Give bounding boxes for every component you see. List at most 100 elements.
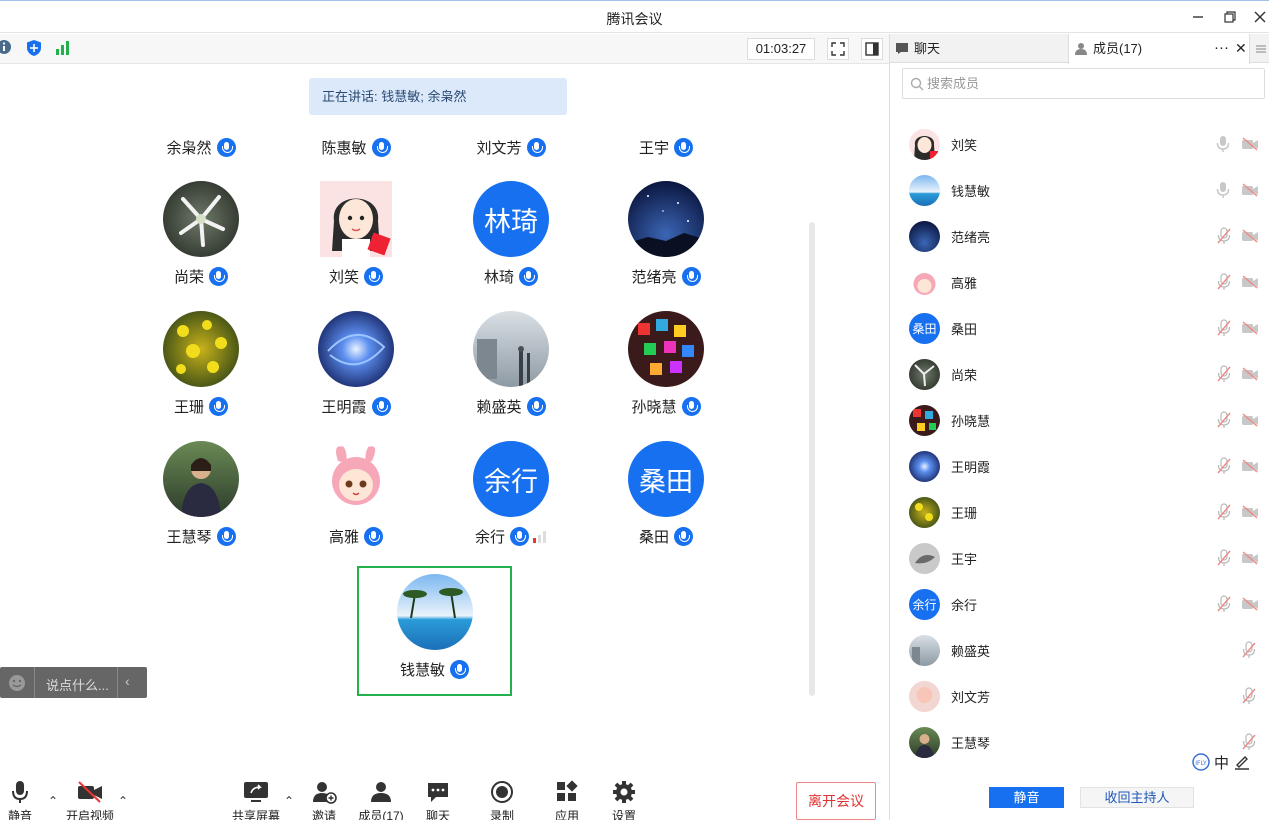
restore-icon[interactable]	[1220, 7, 1240, 27]
mic-icon	[209, 397, 228, 416]
mic-muted-icon[interactable]	[1216, 595, 1234, 613]
chat-input[interactable]: 说点什么...	[46, 675, 109, 694]
chevron-up-icon[interactable]: ⌃	[118, 794, 128, 808]
camera-off-icon[interactable]	[1241, 367, 1259, 385]
tab-chat[interactable]: 聊天	[890, 34, 1068, 63]
member-search-input[interactable]: 搜索成员	[902, 68, 1265, 99]
member-row[interactable]: 赖盛英	[890, 627, 1260, 673]
reclaim-host-button[interactable]: 收回主持人	[1080, 787, 1194, 808]
member-name: 范绪亮	[951, 230, 991, 245]
participant-tile[interactable]: 王珊	[126, 311, 276, 421]
mic-muted-icon[interactable]	[1216, 365, 1234, 383]
member-row[interactable]: 高雅	[890, 259, 1260, 305]
leave-meeting-button[interactable]: 离开会议	[796, 782, 876, 820]
participant-tile[interactable]: 王宇	[591, 137, 741, 159]
participant-tile[interactable]: 高雅	[281, 441, 431, 551]
tab-members[interactable]: 成员(17) ··· ✕	[1068, 34, 1250, 64]
ime-mode-label[interactable]: 中	[1214, 752, 1229, 773]
emoji-icon[interactable]	[8, 674, 26, 692]
share-screen-icon	[244, 782, 268, 802]
layout-sidebar-icon[interactable]	[861, 38, 883, 60]
mute-all-button[interactable]: 静音	[989, 787, 1064, 808]
ime-logo-icon[interactable]: IFLY	[1192, 753, 1210, 771]
camera-off-icon[interactable]	[1241, 183, 1259, 201]
participant-tile[interactable]: 王明霞	[281, 311, 431, 421]
member-row[interactable]: 刘笑	[890, 121, 1260, 167]
participant-tile[interactable]: 尚荣	[126, 181, 276, 291]
avatar	[163, 441, 239, 517]
mic-muted-icon[interactable]	[1241, 641, 1259, 659]
members-button[interactable]: 成员(17)	[357, 780, 405, 820]
participant-tile[interactable]: 林琦 林琦	[436, 181, 586, 291]
mic-muted-icon[interactable]	[1216, 503, 1234, 521]
more-icon[interactable]: ···	[1214, 33, 1229, 62]
mic-icon[interactable]	[1216, 135, 1234, 153]
mic-muted-icon[interactable]	[1216, 457, 1234, 475]
member-name: 高雅	[951, 276, 978, 291]
mic-muted-icon[interactable]	[1216, 549, 1234, 567]
grid-scrollbar[interactable]	[809, 222, 815, 696]
network-signal-icon[interactable]	[54, 39, 72, 57]
camera-off-icon[interactable]	[1241, 275, 1259, 293]
member-row[interactable]: 王珊	[890, 489, 1260, 535]
camera-off-icon[interactable]	[1241, 597, 1259, 615]
collapse-icon[interactable]: ‹	[125, 673, 130, 689]
start-video-button[interactable]: 开启视频	[64, 780, 116, 820]
participant-tile[interactable]: 赖盛英	[436, 311, 586, 421]
edit-icon[interactable]	[1233, 753, 1251, 771]
menu-icon[interactable]	[1256, 42, 1268, 54]
participant-tile[interactable]: 陈惠敏	[281, 137, 431, 159]
selected-participant-tile[interactable]: 钱慧敏	[357, 566, 512, 696]
participant-tile[interactable]: 刘文芳	[436, 137, 586, 159]
mic-muted-icon[interactable]	[1241, 733, 1259, 751]
participant-tile[interactable]: 王慧琴	[126, 441, 276, 551]
camera-off-icon[interactable]	[1241, 459, 1259, 477]
camera-off-icon[interactable]	[1241, 137, 1259, 155]
apps-button[interactable]: 应用	[553, 780, 581, 820]
participant-name: 王珊	[173, 399, 204, 416]
mic-muted-icon[interactable]	[1216, 319, 1234, 337]
camera-off-icon[interactable]	[1241, 413, 1259, 431]
camera-off-icon[interactable]	[1241, 505, 1259, 523]
mic-icon[interactable]	[1216, 181, 1234, 199]
member-row[interactable]: 余行 余行	[890, 581, 1260, 627]
record-button[interactable]: 录制	[488, 780, 516, 820]
member-row[interactable]: 桑田 桑田	[890, 305, 1260, 351]
shield-icon[interactable]	[25, 39, 43, 57]
minimize-icon[interactable]	[1188, 7, 1208, 27]
member-row[interactable]: 王宇	[890, 535, 1260, 581]
fullscreen-icon[interactable]	[827, 38, 849, 60]
mic-muted-icon[interactable]	[1216, 411, 1234, 429]
member-row[interactable]: 尚荣	[890, 351, 1260, 397]
camera-off-icon[interactable]	[1241, 229, 1259, 247]
participant-tile[interactable]: 刘笑	[281, 181, 431, 291]
invite-button[interactable]: 邀请	[308, 780, 340, 820]
mic-muted-icon[interactable]	[1216, 227, 1234, 245]
camera-off-icon[interactable]	[1241, 321, 1259, 339]
participant-tile[interactable]: 桑田 桑田	[591, 441, 741, 551]
chevron-up-icon[interactable]: ⌃	[48, 794, 58, 808]
participant-tile[interactable]: 孙晓慧	[591, 311, 741, 421]
member-avatar	[909, 129, 940, 160]
quick-chat-box[interactable]: 说点什么... ‹	[0, 667, 147, 698]
participant-tile[interactable]: 余枭然	[126, 137, 276, 159]
member-row[interactable]: 孙晓慧	[890, 397, 1260, 443]
chevron-up-icon[interactable]: ⌃	[284, 794, 294, 808]
member-avatar	[909, 635, 940, 666]
participant-tile[interactable]: 范绪亮	[591, 181, 741, 291]
settings-button[interactable]: 设置	[610, 780, 638, 820]
close-icon[interactable]: ✕	[1235, 34, 1247, 63]
member-row[interactable]: 钱慧敏	[890, 167, 1260, 213]
chat-button[interactable]: 聊天	[424, 780, 452, 820]
participant-tile[interactable]: 余行 余行	[436, 441, 586, 551]
mic-muted-icon[interactable]	[1241, 687, 1259, 705]
mic-muted-icon[interactable]	[1216, 273, 1234, 291]
member-row[interactable]: 范绪亮	[890, 213, 1260, 259]
member-row[interactable]: 刘文芳	[890, 673, 1260, 719]
info-icon[interactable]	[0, 39, 14, 57]
camera-off-icon[interactable]	[1241, 551, 1259, 569]
close-icon[interactable]	[1250, 7, 1269, 27]
mute-button[interactable]: 静音	[6, 780, 34, 820]
share-screen-button[interactable]: 共享屏幕	[232, 780, 280, 820]
member-row[interactable]: 王明霞	[890, 443, 1260, 489]
